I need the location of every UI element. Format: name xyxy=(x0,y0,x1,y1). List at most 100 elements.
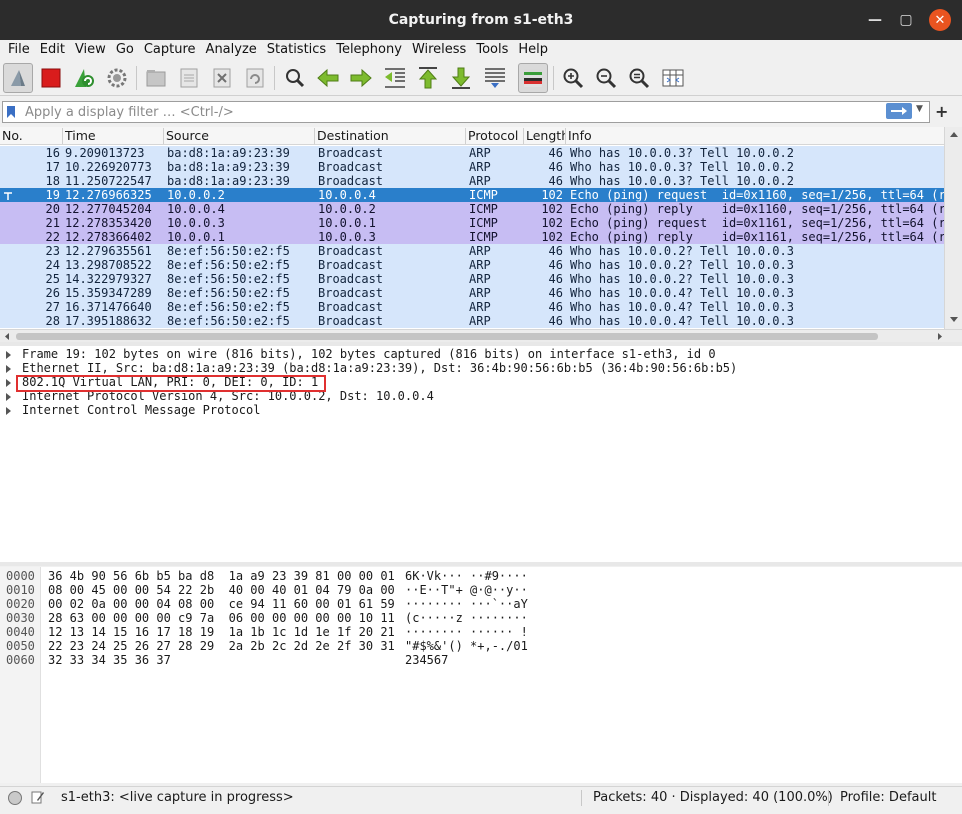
add-filter-button-plus-icon[interactable]: + xyxy=(935,102,949,122)
column-header-length[interactable]: Length xyxy=(524,128,566,144)
menu-telephony[interactable]: Telephony xyxy=(331,42,407,57)
menu-edit[interactable]: Edit xyxy=(35,42,70,57)
menu-help[interactable]: Help xyxy=(513,42,553,57)
menu-file[interactable]: File xyxy=(3,42,35,57)
go-first-packet-icon[interactable] xyxy=(413,63,443,93)
go-last-packet-icon[interactable] xyxy=(446,63,476,93)
column-header-source[interactable]: Source xyxy=(164,128,315,144)
bytes-ascii[interactable]: "#$%&'() *+,-./01 xyxy=(405,639,528,653)
cell-source: 10.0.0.2 xyxy=(167,188,225,202)
cell-info: Who has 10.0.0.3? Tell 10.0.0.2 xyxy=(570,174,794,188)
go-forward-arrow-icon[interactable] xyxy=(346,63,376,93)
cell-no: 23 xyxy=(45,244,60,258)
cell-time: 12.279635561 xyxy=(65,244,152,258)
bytes-ascii[interactable]: ········ ······ ! xyxy=(405,625,528,639)
table-row[interactable]: 24 13.298708522 8e:ef:56:50:e2:f5 Broadcast… xyxy=(0,258,944,272)
menu-go[interactable]: Go xyxy=(111,42,139,57)
detail-row-ethernet[interactable]: Ethernet II, Src: ba:d8:1a:a9:23:39 (ba:… xyxy=(0,361,962,375)
zoom-out-icon[interactable] xyxy=(591,63,621,93)
colorize-packet-list-icon[interactable] xyxy=(518,63,548,93)
packet-list-horizontal-scrollbar[interactable] xyxy=(0,329,962,342)
go-to-packet-icon[interactable] xyxy=(380,63,410,93)
cell-info: Who has 10.0.0.2? Tell 10.0.0.3 xyxy=(570,258,794,272)
menu-view[interactable]: View xyxy=(70,42,111,57)
packet-list-vertical-scrollbar[interactable] xyxy=(944,127,962,329)
table-row[interactable]: 17 10.226920773 ba:d8:1a:a9:23:39 Broadcast… xyxy=(0,160,944,174)
capture-options-gear-icon[interactable] xyxy=(102,63,132,93)
reload-file-icon[interactable] xyxy=(240,63,270,93)
cell-info: Echo (ping) request id=0x1161, seq=1/256… xyxy=(570,216,944,230)
auto-scroll-icon[interactable] xyxy=(480,63,510,93)
table-row[interactable]: 25 14.322979327 8e:ef:56:50:e2:f5 Broadcast… xyxy=(0,272,944,286)
filter-history-chevron-down-icon[interactable]: ▼ xyxy=(916,104,926,118)
capture-status-text: s1-eth3: <live capture in progress> xyxy=(61,790,294,805)
close-file-icon[interactable] xyxy=(207,63,237,93)
bytes-hex[interactable]: 22 23 24 25 26 27 28 29 2a 2b 2c 2d 2e 2… xyxy=(48,639,395,653)
filter-bookmark-icon[interactable] xyxy=(6,104,20,120)
detail-row-frame[interactable]: Frame 19: 102 bytes on wire (816 bits), … xyxy=(0,347,962,361)
pane-splitter[interactable] xyxy=(0,562,962,566)
cell-no: 26 xyxy=(45,286,60,300)
bytes-ascii[interactable]: (c·····z ········ xyxy=(405,611,528,625)
apply-filter-arrow-icon[interactable] xyxy=(886,103,912,119)
bytes-hex[interactable]: 32 33 34 35 36 37 xyxy=(48,653,171,667)
bytes-ascii[interactable]: ··E··T"+ @·@··y·· xyxy=(405,583,528,597)
cell-source: 8e:ef:56:50:e2:f5 xyxy=(167,258,290,272)
table-row[interactable]: 26 15.359347289 8e:ef:56:50:e2:f5 Broadcast… xyxy=(0,286,944,300)
stop-capture-icon[interactable] xyxy=(36,63,66,93)
cell-destination: Broadcast xyxy=(318,244,384,258)
cell-destination: 10.0.0.4 xyxy=(318,188,376,202)
bytes-hex[interactable]: 28 63 00 00 00 00 c9 7a 06 00 00 00 00 0… xyxy=(48,611,395,625)
capture-comment-edit-icon[interactable] xyxy=(31,790,45,804)
bytes-ascii[interactable]: 234567 xyxy=(405,653,448,667)
save-file-icon[interactable] xyxy=(174,63,204,93)
minimize-icon[interactable]: — xyxy=(864,9,886,31)
column-header-time[interactable]: Time xyxy=(63,128,164,144)
column-header-protocol[interactable]: Protocol xyxy=(466,128,524,144)
start-capture-shark-fin-icon[interactable] xyxy=(3,63,33,93)
detail-row-icmp[interactable]: Internet Control Message Protocol xyxy=(0,403,962,417)
table-row[interactable]: 20 12.277045204 10.0.0.4 10.0.0.2 ICMP 102 Ech… xyxy=(0,202,944,216)
bytes-hex[interactable]: 00 02 0a 00 00 04 08 00 ce 94 11 60 00 0… xyxy=(48,597,395,611)
bytes-hex[interactable]: 08 00 45 00 00 54 22 2b 40 00 40 01 04 7… xyxy=(48,583,395,597)
cell-length: 46 xyxy=(548,160,563,174)
display-filter-input[interactable] xyxy=(25,104,929,120)
table-row[interactable]: 27 16.371476640 8e:ef:56:50:e2:f5 Broadcast… xyxy=(0,300,944,314)
table-row[interactable]: 16 9.209013723 ba:d8:1a:a9:23:39 Broadcast A… xyxy=(0,146,944,160)
bytes-ascii[interactable]: ········ ···`··aY xyxy=(405,597,528,611)
table-row[interactable]: 28 17.395188632 8e:ef:56:50:e2:f5 Broadcast… xyxy=(0,314,944,328)
column-header-destination[interactable]: Destination xyxy=(315,128,466,144)
maximize-icon[interactable]: ▢ xyxy=(895,9,917,31)
expert-info-status-icon[interactable] xyxy=(8,791,22,805)
cell-length: 46 xyxy=(548,272,563,286)
table-row[interactable]: 21 12.278353420 10.0.0.3 10.0.0.1 ICMP 102 Ech… xyxy=(0,216,944,230)
column-header-info[interactable]: Info xyxy=(566,128,944,144)
find-packet-search-icon[interactable] xyxy=(280,63,310,93)
menu-analyze[interactable]: Analyze xyxy=(201,42,262,57)
go-back-arrow-icon[interactable] xyxy=(313,63,343,93)
cell-time: 16.371476640 xyxy=(65,300,152,314)
resize-columns-icon[interactable] xyxy=(658,63,688,93)
bytes-offset: 0040 xyxy=(6,625,35,639)
profile-switcher[interactable]: Profile: Default xyxy=(840,790,936,805)
cell-protocol: ARP xyxy=(469,300,491,314)
column-header-no[interactable]: No. xyxy=(0,128,63,144)
menu-tools[interactable]: Tools xyxy=(471,42,513,57)
menu-capture[interactable]: Capture xyxy=(139,42,201,57)
open-file-icon[interactable] xyxy=(141,63,171,93)
menu-statistics[interactable]: Statistics xyxy=(262,42,331,57)
table-row[interactable]: 23 12.279635561 8e:ef:56:50:e2:f5 Broadcast… xyxy=(0,244,944,258)
bytes-hex[interactable]: 36 4b 90 56 6b b5 ba d8 1a a9 23 39 81 0… xyxy=(48,569,395,583)
bytes-ascii[interactable]: 6K·Vk··· ··#9···· xyxy=(405,569,528,583)
bytes-offset: 0060 xyxy=(6,653,35,667)
table-row-selected[interactable]: 19 12.276966325 10.0.0.2 10.0.0.4 ICMP 102 Ech… xyxy=(0,188,944,202)
table-row[interactable]: 18 11.250722547 ba:d8:1a:a9:23:39 Broadcast… xyxy=(0,174,944,188)
table-row[interactable]: 22 12.278366402 10.0.0.1 10.0.0.3 ICMP 102 Ech… xyxy=(0,230,944,244)
cell-destination: 10.0.0.3 xyxy=(318,230,376,244)
close-icon[interactable]: ✕ xyxy=(929,9,951,31)
menu-wireless[interactable]: Wireless xyxy=(407,42,471,57)
restart-capture-icon[interactable] xyxy=(69,63,99,93)
normal-size-icon[interactable] xyxy=(624,63,654,93)
zoom-in-icon[interactable] xyxy=(558,63,588,93)
bytes-hex[interactable]: 12 13 14 15 16 17 18 19 1a 1b 1c 1d 1e 1… xyxy=(48,625,395,639)
